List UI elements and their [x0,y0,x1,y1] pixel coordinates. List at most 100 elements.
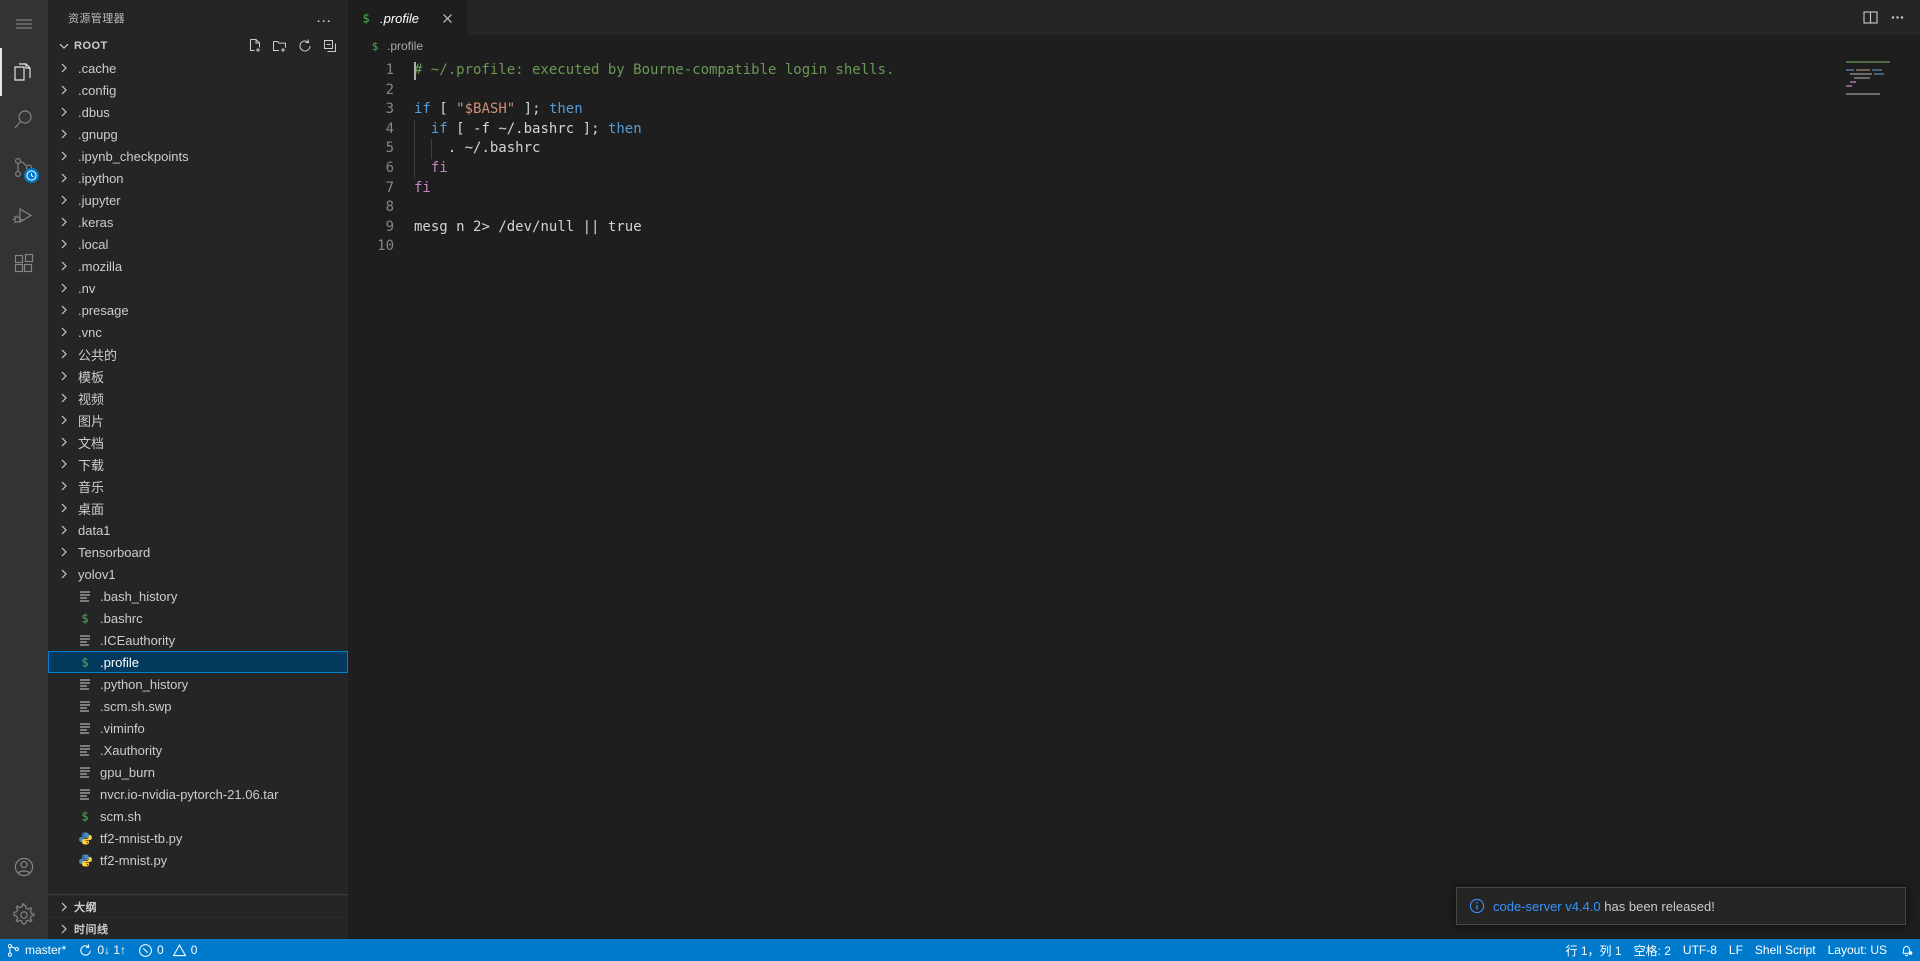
editor-content[interactable]: 1 2 3 4 5 6 7 8 9 10 # ~/.profile: executed by Bo… [348,57,1920,939]
status-cursor-position[interactable]: 行 1，列 1 [1560,939,1628,961]
file-tree[interactable]: .cache .config .dbus .gnupg .ipynb_checkpoin… [48,57,348,894]
chevron-right-icon[interactable] [56,82,72,98]
refresh-icon[interactable] [297,38,313,54]
close-icon[interactable] [437,8,457,28]
chevron-right-icon[interactable] [56,192,72,208]
tree-row[interactable]: 模板 [48,365,348,387]
chevron-right-icon[interactable] [56,214,72,230]
status-language-mode[interactable]: Shell Script [1749,939,1822,961]
tree-row[interactable]: yolov1 [48,563,348,585]
tree-row[interactable]: .gnupg [48,123,348,145]
status-indentation[interactable]: 空格: 2 [1628,939,1677,961]
chevron-right-icon[interactable] [56,60,72,76]
activity-item-explorer[interactable] [0,48,48,96]
sidebar-more-actions-icon[interactable]: … [308,9,340,25]
tree-row[interactable]: 视频 [48,387,348,409]
code-line[interactable] [414,237,1920,257]
tree-row[interactable]: .vnc [48,321,348,343]
tree-row[interactable]: 下载 [48,453,348,475]
sidebar-section-timeline[interactable]: 时间线 [48,917,348,939]
chevron-right-icon[interactable] [56,324,72,340]
editor-vertical-scrollbar[interactable] [1906,57,1920,939]
tree-row[interactable]: .Xauthority [48,739,348,761]
more-actions-icon[interactable] [1889,9,1906,26]
tree-row[interactable]: $ .profile [48,651,348,673]
status-branch[interactable]: master* [0,939,72,961]
code-line[interactable]: # ~/.profile: executed by Bourne-compati… [414,61,1920,81]
tree-row[interactable]: 文档 [48,431,348,453]
status-sync[interactable]: 0↓ 1↑ [72,939,132,961]
chevron-right-icon[interactable] [56,368,72,384]
chevron-right-icon[interactable] [56,258,72,274]
chevron-right-icon[interactable] [56,434,72,450]
code-text-area[interactable]: # ~/.profile: executed by Bourne-compati… [414,57,1920,939]
status-notifications-bell[interactable] [1893,939,1920,961]
tree-row[interactable]: .cache [48,57,348,79]
tree-row[interactable]: .bash_history [48,585,348,607]
tree-row[interactable]: tf2-mnist.py [48,849,348,871]
chevron-right-icon[interactable] [56,522,72,538]
code-line[interactable]: mesg n 2> /dev/null || true [414,218,1920,238]
tree-row[interactable]: .nv [48,277,348,299]
editor-minimap[interactable] [1846,57,1906,939]
tree-row[interactable]: .dbus [48,101,348,123]
notification-link[interactable]: code-server v4.4.0 [1493,899,1601,914]
notification-toast[interactable]: code-server v4.4.0 has been released! [1456,887,1906,925]
collapse-all-icon[interactable] [322,38,338,54]
tree-row[interactable]: Tensorboard [48,541,348,563]
tree-row[interactable]: 公共的 [48,343,348,365]
status-problems[interactable]: 0 0 [132,939,203,961]
activity-item-run-debug[interactable] [0,192,48,240]
tree-row[interactable]: $ .bashrc [48,607,348,629]
tree-row[interactable]: $ scm.sh [48,805,348,827]
explorer-root-header[interactable]: ROOT [48,35,348,57]
tree-row[interactable]: .config [48,79,348,101]
activity-item-accounts[interactable] [0,843,48,891]
chevron-right-icon[interactable] [56,544,72,560]
chevron-right-icon[interactable] [56,148,72,164]
chevron-right-icon[interactable] [56,478,72,494]
tree-row[interactable]: nvcr.io-nvidia-pytorch-21.06.tar [48,783,348,805]
tree-row[interactable]: .viminfo [48,717,348,739]
tree-row[interactable]: .ipynb_checkpoints [48,145,348,167]
tree-row[interactable]: .mozilla [48,255,348,277]
breadcrumb[interactable]: $ .profile [348,35,1920,57]
tree-row[interactable]: .keras [48,211,348,233]
status-keyboard-layout[interactable]: Layout: US [1822,939,1893,961]
chevron-right-icon[interactable] [56,412,72,428]
chevron-right-icon[interactable] [56,302,72,318]
tree-row[interactable]: tf2-mnist-tb.py [48,827,348,849]
tree-row[interactable]: gpu_burn [48,761,348,783]
editor-tab-profile[interactable]: $ .profile [348,0,468,35]
menu-icon[interactable] [0,0,48,48]
tree-row[interactable]: .ICEauthority [48,629,348,651]
tree-row[interactable]: 桌面 [48,497,348,519]
activity-item-settings[interactable] [0,891,48,939]
status-eol[interactable]: LF [1723,939,1749,961]
chevron-right-icon[interactable] [56,126,72,142]
code-line[interactable]: fi [414,158,1920,179]
tree-row[interactable]: .presage [48,299,348,321]
activity-item-extensions[interactable] [0,240,48,288]
chevron-right-icon[interactable] [56,236,72,252]
tree-row[interactable]: .python_history [48,673,348,695]
chevron-right-icon[interactable] [56,346,72,362]
code-line[interactable]: if [ -f ~/.bashrc ]; then [414,119,1920,140]
chevron-right-icon[interactable] [56,104,72,120]
chevron-right-icon[interactable] [56,170,72,186]
split-editor-icon[interactable] [1862,9,1879,26]
activity-item-source-control[interactable] [0,144,48,192]
activity-item-search[interactable] [0,96,48,144]
code-line[interactable] [414,81,1920,101]
tree-row[interactable]: .jupyter [48,189,348,211]
chevron-right-icon[interactable] [56,566,72,582]
sidebar-section-outline[interactable]: 大纲 [48,895,348,917]
chevron-right-icon[interactable] [56,390,72,406]
chevron-right-icon[interactable] [56,456,72,472]
new-folder-icon[interactable] [272,38,288,54]
tree-row[interactable]: .scm.sh.swp [48,695,348,717]
tree-row[interactable]: .ipython [48,167,348,189]
tree-row[interactable]: 图片 [48,409,348,431]
code-line[interactable]: if [ "$BASH" ]; then [414,100,1920,120]
code-line[interactable] [414,198,1920,218]
